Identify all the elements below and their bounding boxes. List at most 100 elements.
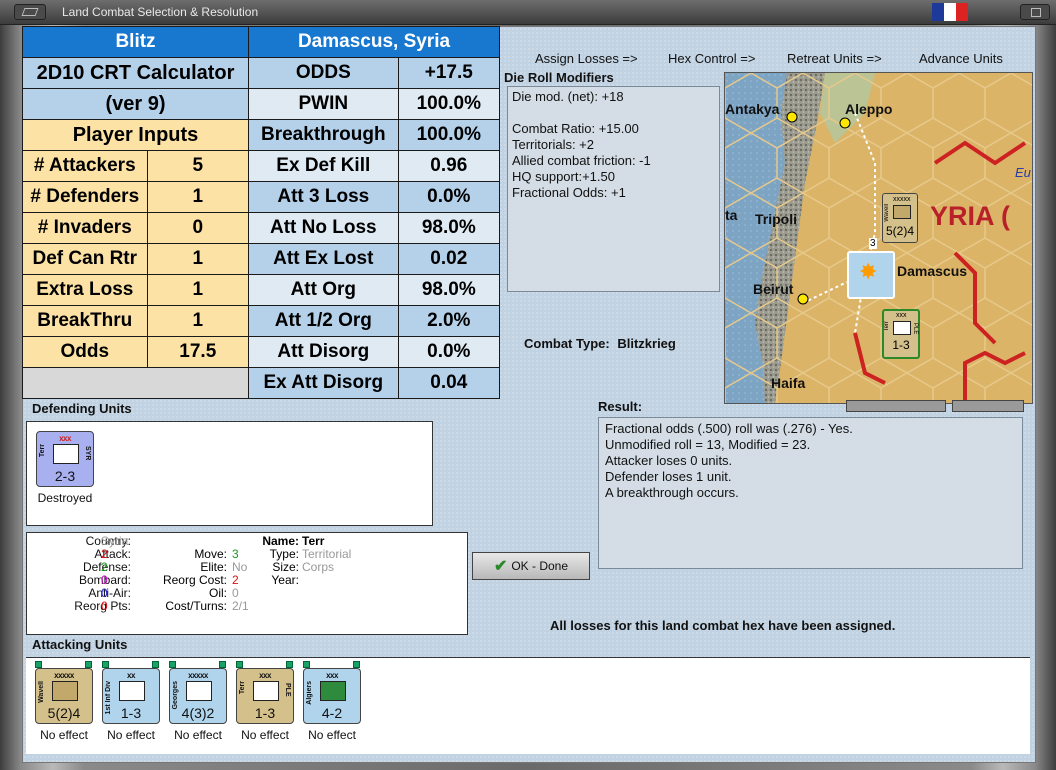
input-label: # Defenders <box>22 181 148 213</box>
result-label: Att 1/2 Org <box>248 305 399 337</box>
infantry-icon <box>186 681 212 701</box>
attack-value: 2 <box>101 547 108 561</box>
name-value: Terr <box>302 534 325 548</box>
input-label: Extra Loss <box>22 274 148 306</box>
unit-strength: 1-3 <box>120 705 142 721</box>
unit-status: No effect <box>174 728 222 742</box>
unit-strength: 5(2)4 <box>47 705 81 721</box>
modifier-line: Fractional Odds: +1 <box>512 185 626 200</box>
result-label: ODDS <box>248 57 399 89</box>
map-stack-count: 3 <box>869 238 877 249</box>
attacker-unit-counter[interactable]: xxxxx Wavell 5(2)4 <box>35 668 93 724</box>
result-label: Ex Att Disorg <box>248 367 399 399</box>
result-label: Att 3 Loss <box>248 181 399 213</box>
ok-done-button[interactable]: ✔ OK - Done <box>472 552 590 580</box>
restore-button[interactable] <box>1020 4 1050 20</box>
map-combat-stack[interactable]: ✸ <box>847 251 895 299</box>
combat-type-value: Blitzkrieg <box>617 336 676 351</box>
unit-size: xx <box>127 671 135 680</box>
tank-icon <box>893 205 911 219</box>
attacker-unit-counter[interactable]: xxxxx Georges 4(3)2 <box>169 668 227 724</box>
attacker-unit-counter[interactable]: xx 1st Inf Div 1-3 <box>102 668 160 724</box>
result-line: Unmodified roll = 13, Modified = 23. <box>605 437 811 452</box>
attacker-unit-counter[interactable]: xxx Algiers 4-2 <box>303 668 361 724</box>
input-value[interactable]: 1 <box>146 305 250 337</box>
bombard-value: 0 <box>101 573 108 587</box>
modifiers-title: Die Roll Modifiers <box>504 70 614 85</box>
status-dot <box>102 661 109 668</box>
hidden-button[interactable] <box>952 400 1024 412</box>
map-terr-counter[interactable]: xxx Terr PLE 1-3 <box>882 309 920 359</box>
result-label: Att Ex Lost <box>248 243 399 275</box>
input-value[interactable]: 1 <box>146 243 250 275</box>
unit-strength: 2-3 <box>54 468 76 484</box>
unit-strength: 4(3)2 <box>181 705 215 721</box>
combat-phase-bar: Assign Losses => Hex Control => Retreat … <box>502 50 1030 68</box>
map-hq-counter[interactable]: xxxxx Wavell 5(2)4 <box>882 193 918 243</box>
input-value[interactable]: 0 <box>146 212 250 244</box>
modifiers-box: Die mod. (net): +18 Combat Ratio: +15.00… <box>507 86 720 292</box>
retreat-units-button[interactable]: Retreat Units => <box>787 51 882 66</box>
status-dot <box>152 661 159 668</box>
combat-map[interactable]: Antakya Aleppo ta Tripoli Beirut Damascu… <box>724 72 1033 404</box>
name-label: Name: <box>262 534 299 548</box>
player-inputs-header: Player Inputs <box>22 119 249 151</box>
result-value: 98.0% <box>397 212 501 244</box>
infantry-icon <box>119 681 145 701</box>
attacker-unit-counter[interactable]: xxx Terr PLE 1-3 <box>236 668 294 724</box>
map-canvas <box>725 73 1032 403</box>
map-label-eu: Eu <box>1015 165 1031 180</box>
defender-unit-counter[interactable]: xxx Terr SYR 2-3 <box>36 431 94 487</box>
modifier-line: Allied combat friction: -1 <box>512 153 651 168</box>
costturns-label: Cost/Turns: <box>165 599 227 613</box>
result-label: Att No Loss <box>248 212 399 244</box>
hex-control-button[interactable]: Hex Control => <box>668 51 755 66</box>
assign-losses-button[interactable]: Assign Losses => <box>535 51 638 66</box>
infantry-icon <box>893 321 911 335</box>
combat-type: Combat Type: Blitzkrieg <box>524 336 676 351</box>
status-dot <box>303 661 310 668</box>
map-label-syria: YRIA ( <box>930 201 1010 231</box>
result-value: 0.04 <box>397 367 501 399</box>
input-value[interactable]: 1 <box>146 181 250 213</box>
input-label: # Attackers <box>22 150 148 182</box>
system-menu-button[interactable] <box>14 4 46 20</box>
result-line: Attacker loses 0 units. <box>605 453 733 468</box>
advance-units-button[interactable]: Advance Units <box>919 51 1003 66</box>
map-label-damascus: Damascus <box>897 263 968 279</box>
losses-message: All losses for this land combat hex have… <box>550 618 896 633</box>
hidden-button[interactable] <box>846 400 946 412</box>
map-terr-name: Terr <box>884 321 890 332</box>
unit-size: xxxxx <box>54 671 74 680</box>
reorgpts-value: 0 <box>101 599 108 613</box>
status-dot <box>35 661 42 668</box>
unit-name: Terr <box>39 444 46 458</box>
window-title: Land Combat Selection & Resolution <box>62 5 259 19</box>
input-value[interactable]: 17.5 <box>146 336 250 368</box>
result-line: Defender loses 1 unit. <box>605 469 732 484</box>
input-value[interactable]: 1 <box>146 274 250 306</box>
explosion-icon: ✸ <box>859 259 878 284</box>
result-value: 100.0% <box>397 88 501 120</box>
move-label: Move: <box>194 547 227 561</box>
calc-version: (ver 9) <box>22 88 249 120</box>
status-dot <box>85 661 92 668</box>
location-header: Damascus, Syria <box>248 26 500 58</box>
antiair-value: 0 <box>101 586 108 600</box>
map-terr-country: PLE <box>912 323 918 335</box>
costturns-value: 2/1 <box>232 599 249 613</box>
unit-country: PLE <box>284 683 291 697</box>
result-box: Fractional odds (.500) roll was (.276) -… <box>598 417 1023 569</box>
status-dot <box>169 661 176 668</box>
title-bar[interactable]: Land Combat Selection & Resolution <box>0 0 1056 25</box>
defense-value: 2 <box>101 560 108 574</box>
modifier-line: Combat Ratio: +15.00 <box>512 121 639 136</box>
result-value: 2.0% <box>397 305 501 337</box>
result-label: Ex Def Kill <box>248 150 399 182</box>
result-label: Att Disorg <box>248 336 399 368</box>
result-label: PWIN <box>248 88 399 120</box>
unit-info-box: Country: Attack: Defense: Bombard: Anti-… <box>26 532 468 635</box>
map-label-beirut: Beirut <box>753 281 794 297</box>
input-value[interactable]: 5 <box>146 150 250 182</box>
elite-label: Elite: <box>200 560 227 574</box>
